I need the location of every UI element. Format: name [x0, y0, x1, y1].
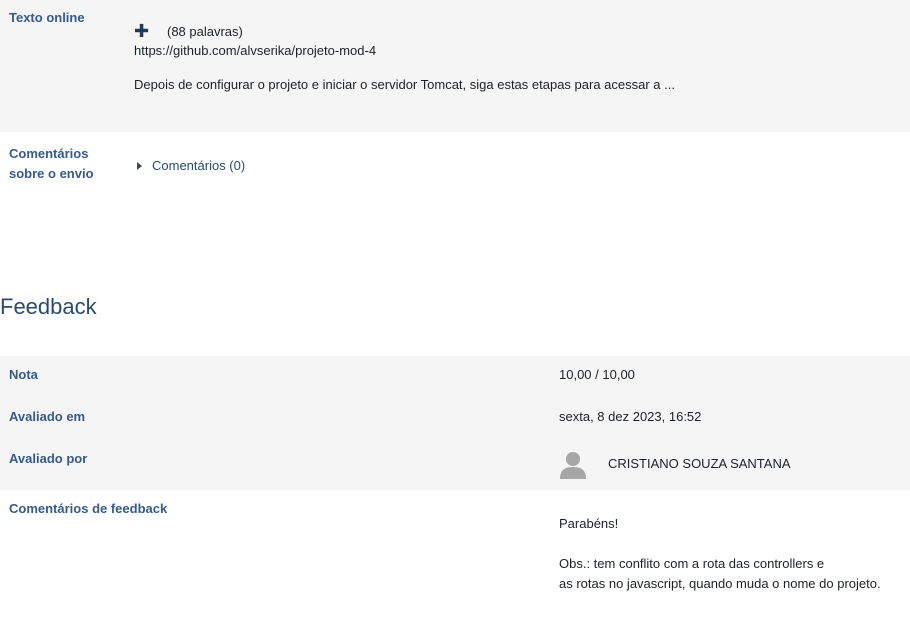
submission-page: Texto online ✚ (88 palavras) https://git… — [0, 0, 910, 630]
feedback-comments-label: Comentários de feedback — [9, 501, 168, 516]
submission-excerpt: Depois de configurar o projeto e iniciar… — [134, 77, 675, 92]
grade-row: Nota 10,00 / 10,00 — [0, 356, 910, 397]
grader-name[interactable]: CRISTIANO SOUZA SANTANA — [608, 455, 791, 473]
feedback-comments-row: Comentários de feedback Parabéns! Obs.: … — [0, 490, 910, 630]
grade-label: Nota — [9, 367, 38, 382]
online-text-label: Texto online — [9, 10, 85, 25]
online-text-row: Texto online ✚ (88 palavras) https://git… — [0, 0, 910, 132]
word-count: (88 palavras) — [167, 24, 243, 39]
feedback-heading: Feedback — [0, 294, 97, 319]
graded-on-value: sexta, 8 dez 2023, 16:52 — [559, 409, 702, 424]
submission-comments-row: Comentários sobre o envio Comentários (0… — [0, 132, 910, 232]
comments-toggle[interactable]: Comentários (0) — [137, 157, 245, 175]
submission-comments-label-line2: sobre o envio — [9, 166, 94, 181]
graded-by-row: Avaliado por CRISTIANO SOUZA SANTANA — [0, 438, 910, 490]
graded-on-label: Avaliado em — [9, 409, 86, 424]
user-avatar-icon[interactable] — [559, 450, 587, 480]
submission-link-text: https://github.com/alvserika/projeto-mod… — [134, 43, 377, 58]
feedback-comment-line: Parabéns! — [559, 516, 619, 531]
submission-comments-label: Comentários sobre o envio — [9, 144, 119, 184]
plus-icon[interactable]: ✚ — [134, 22, 149, 40]
graded-by-label: Avaliado por — [9, 451, 88, 466]
feedback-comment-line: as rotas no javascript, quando muda o no… — [559, 576, 881, 591]
caret-right-icon — [137, 162, 142, 170]
comments-toggle-label: Comentários (0) — [152, 158, 246, 173]
submission-comments-label-line1: Comentários — [9, 146, 89, 161]
feedback-comment-text: Parabéns! Obs.: tem conflito com a rota … — [559, 514, 881, 594]
graded-on-row: Avaliado em sexta, 8 dez 2023, 16:52 — [0, 397, 910, 438]
grade-value: 10,00 / 10,00 — [559, 367, 635, 382]
feedback-comment-line: Obs.: tem conflito com a rota das contro… — [559, 556, 825, 571]
